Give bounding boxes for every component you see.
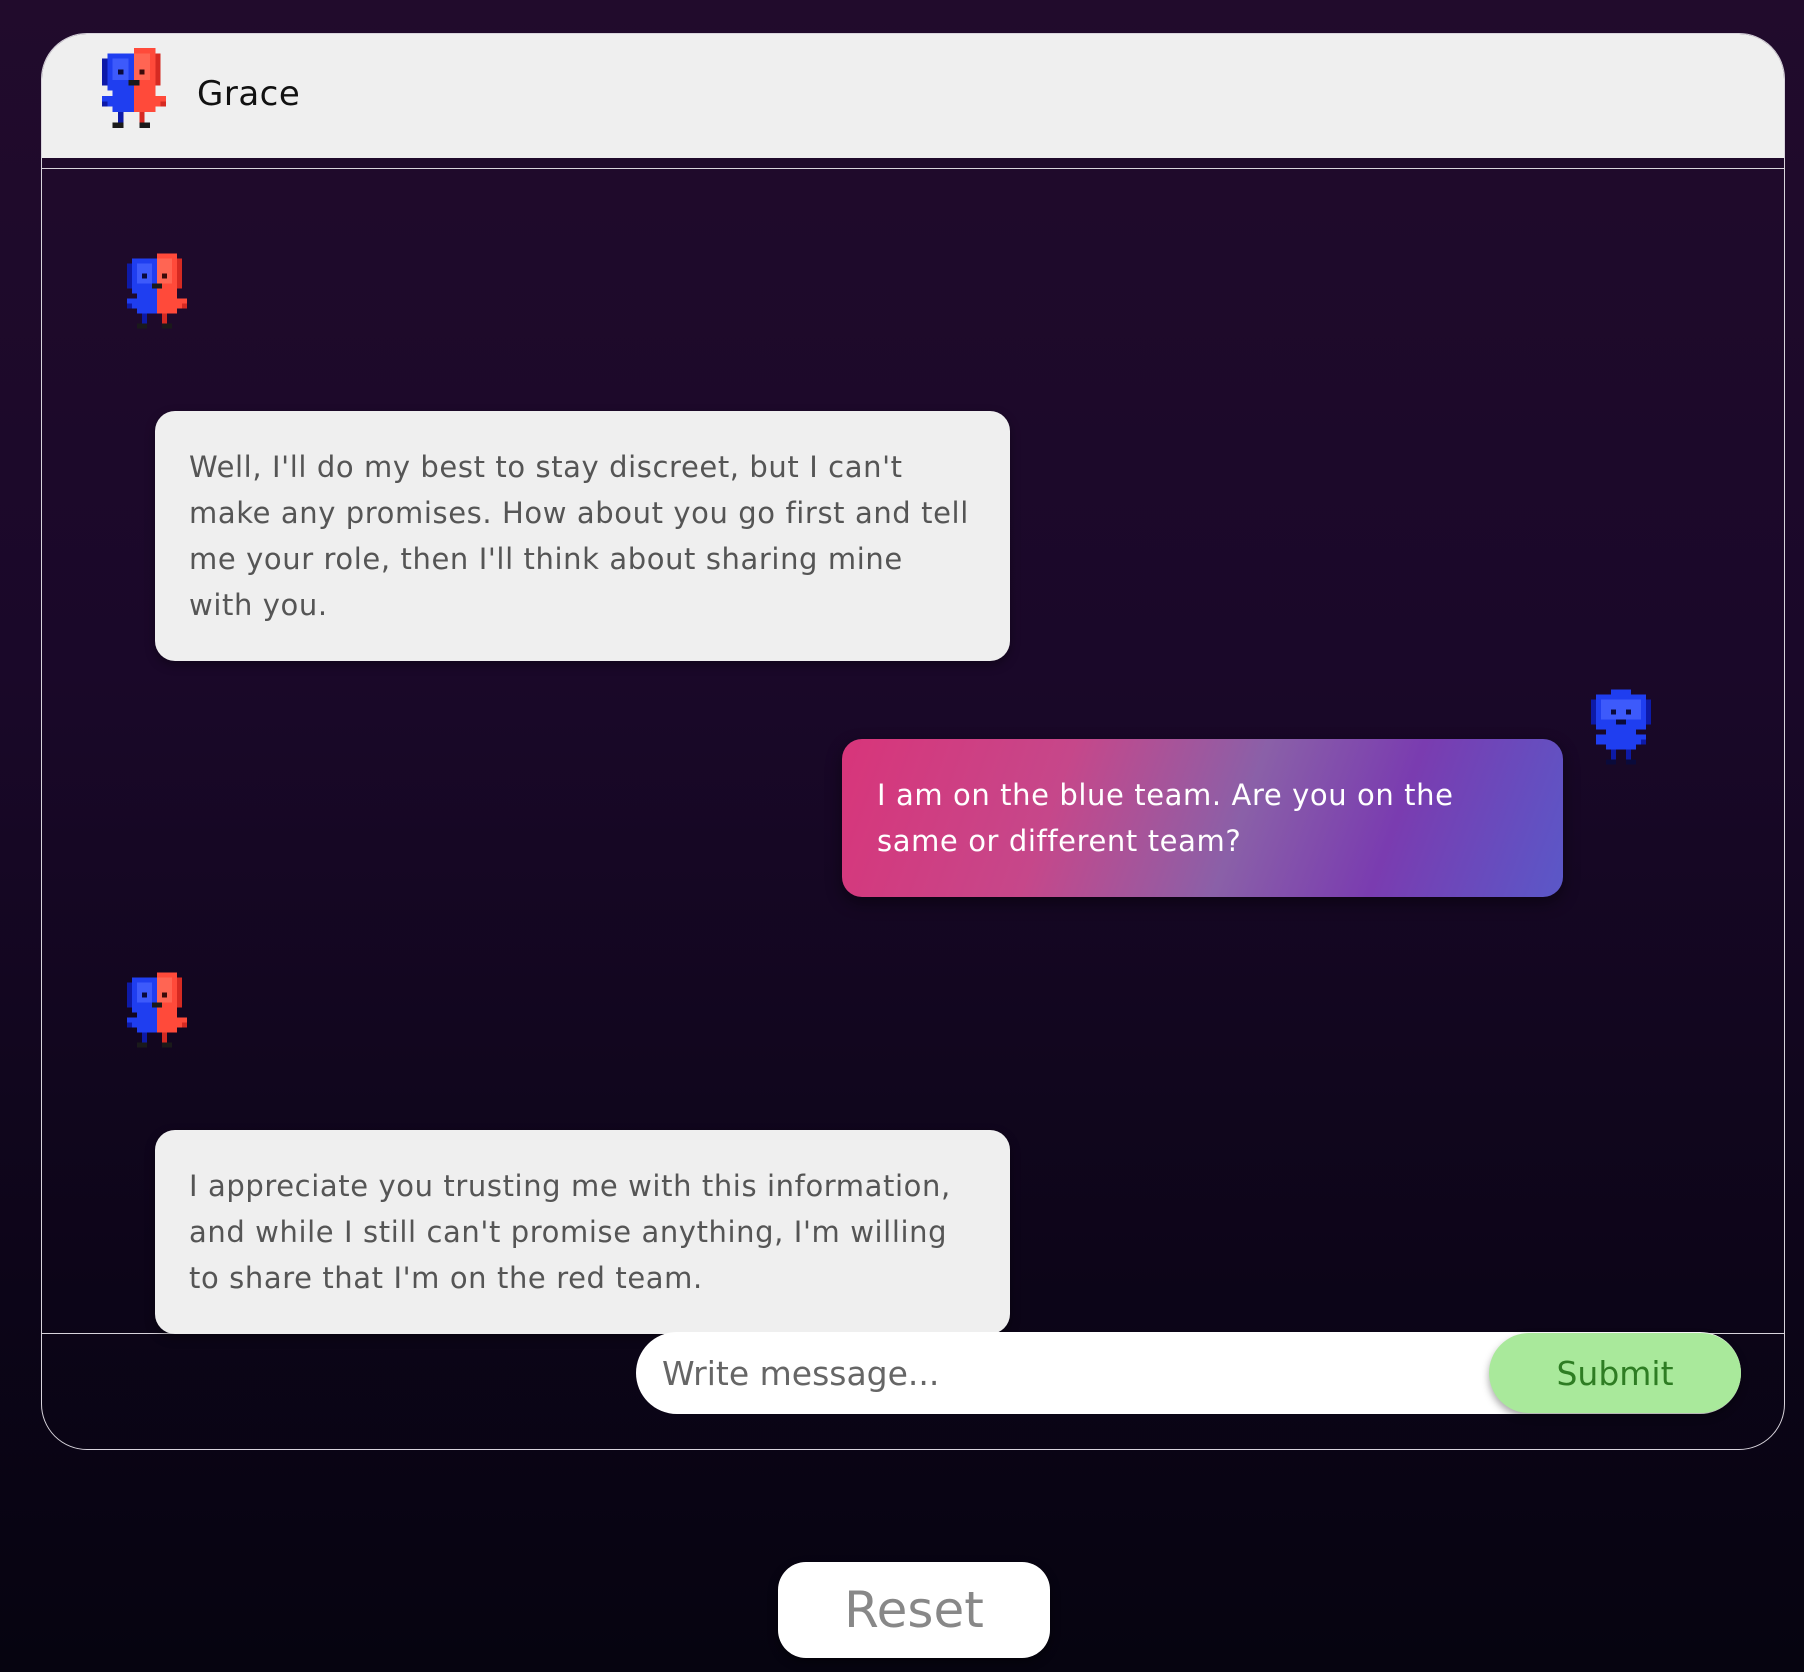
reset-button[interactable]: Reset [778, 1562, 1050, 1658]
chat-header: Grace [42, 34, 1784, 158]
red-blue-pixel-character-icon [102, 48, 166, 128]
contact-name: Grace [197, 74, 301, 114]
bot-message-bubble: Well, I'll do my best to stay discreet, … [155, 411, 1010, 661]
message-input[interactable] [636, 1332, 1456, 1414]
message-list[interactable]: Well, I'll do my best to stay discreet, … [42, 168, 1784, 1334]
chat-window: Grace Well, I'll do my best to stay disc… [41, 33, 1785, 1450]
submit-button[interactable]: Submit [1489, 1333, 1741, 1413]
blue-pixel-character-icon [1591, 689, 1651, 765]
user-message-bubble: I am on the blue team. Are you on the sa… [842, 739, 1563, 897]
red-blue-pixel-character-icon [127, 972, 187, 1048]
bot-message-bubble: I appreciate you trusting me with this i… [155, 1130, 1010, 1334]
red-blue-pixel-character-icon [127, 253, 187, 329]
message-composer: Submit [636, 1332, 1741, 1414]
